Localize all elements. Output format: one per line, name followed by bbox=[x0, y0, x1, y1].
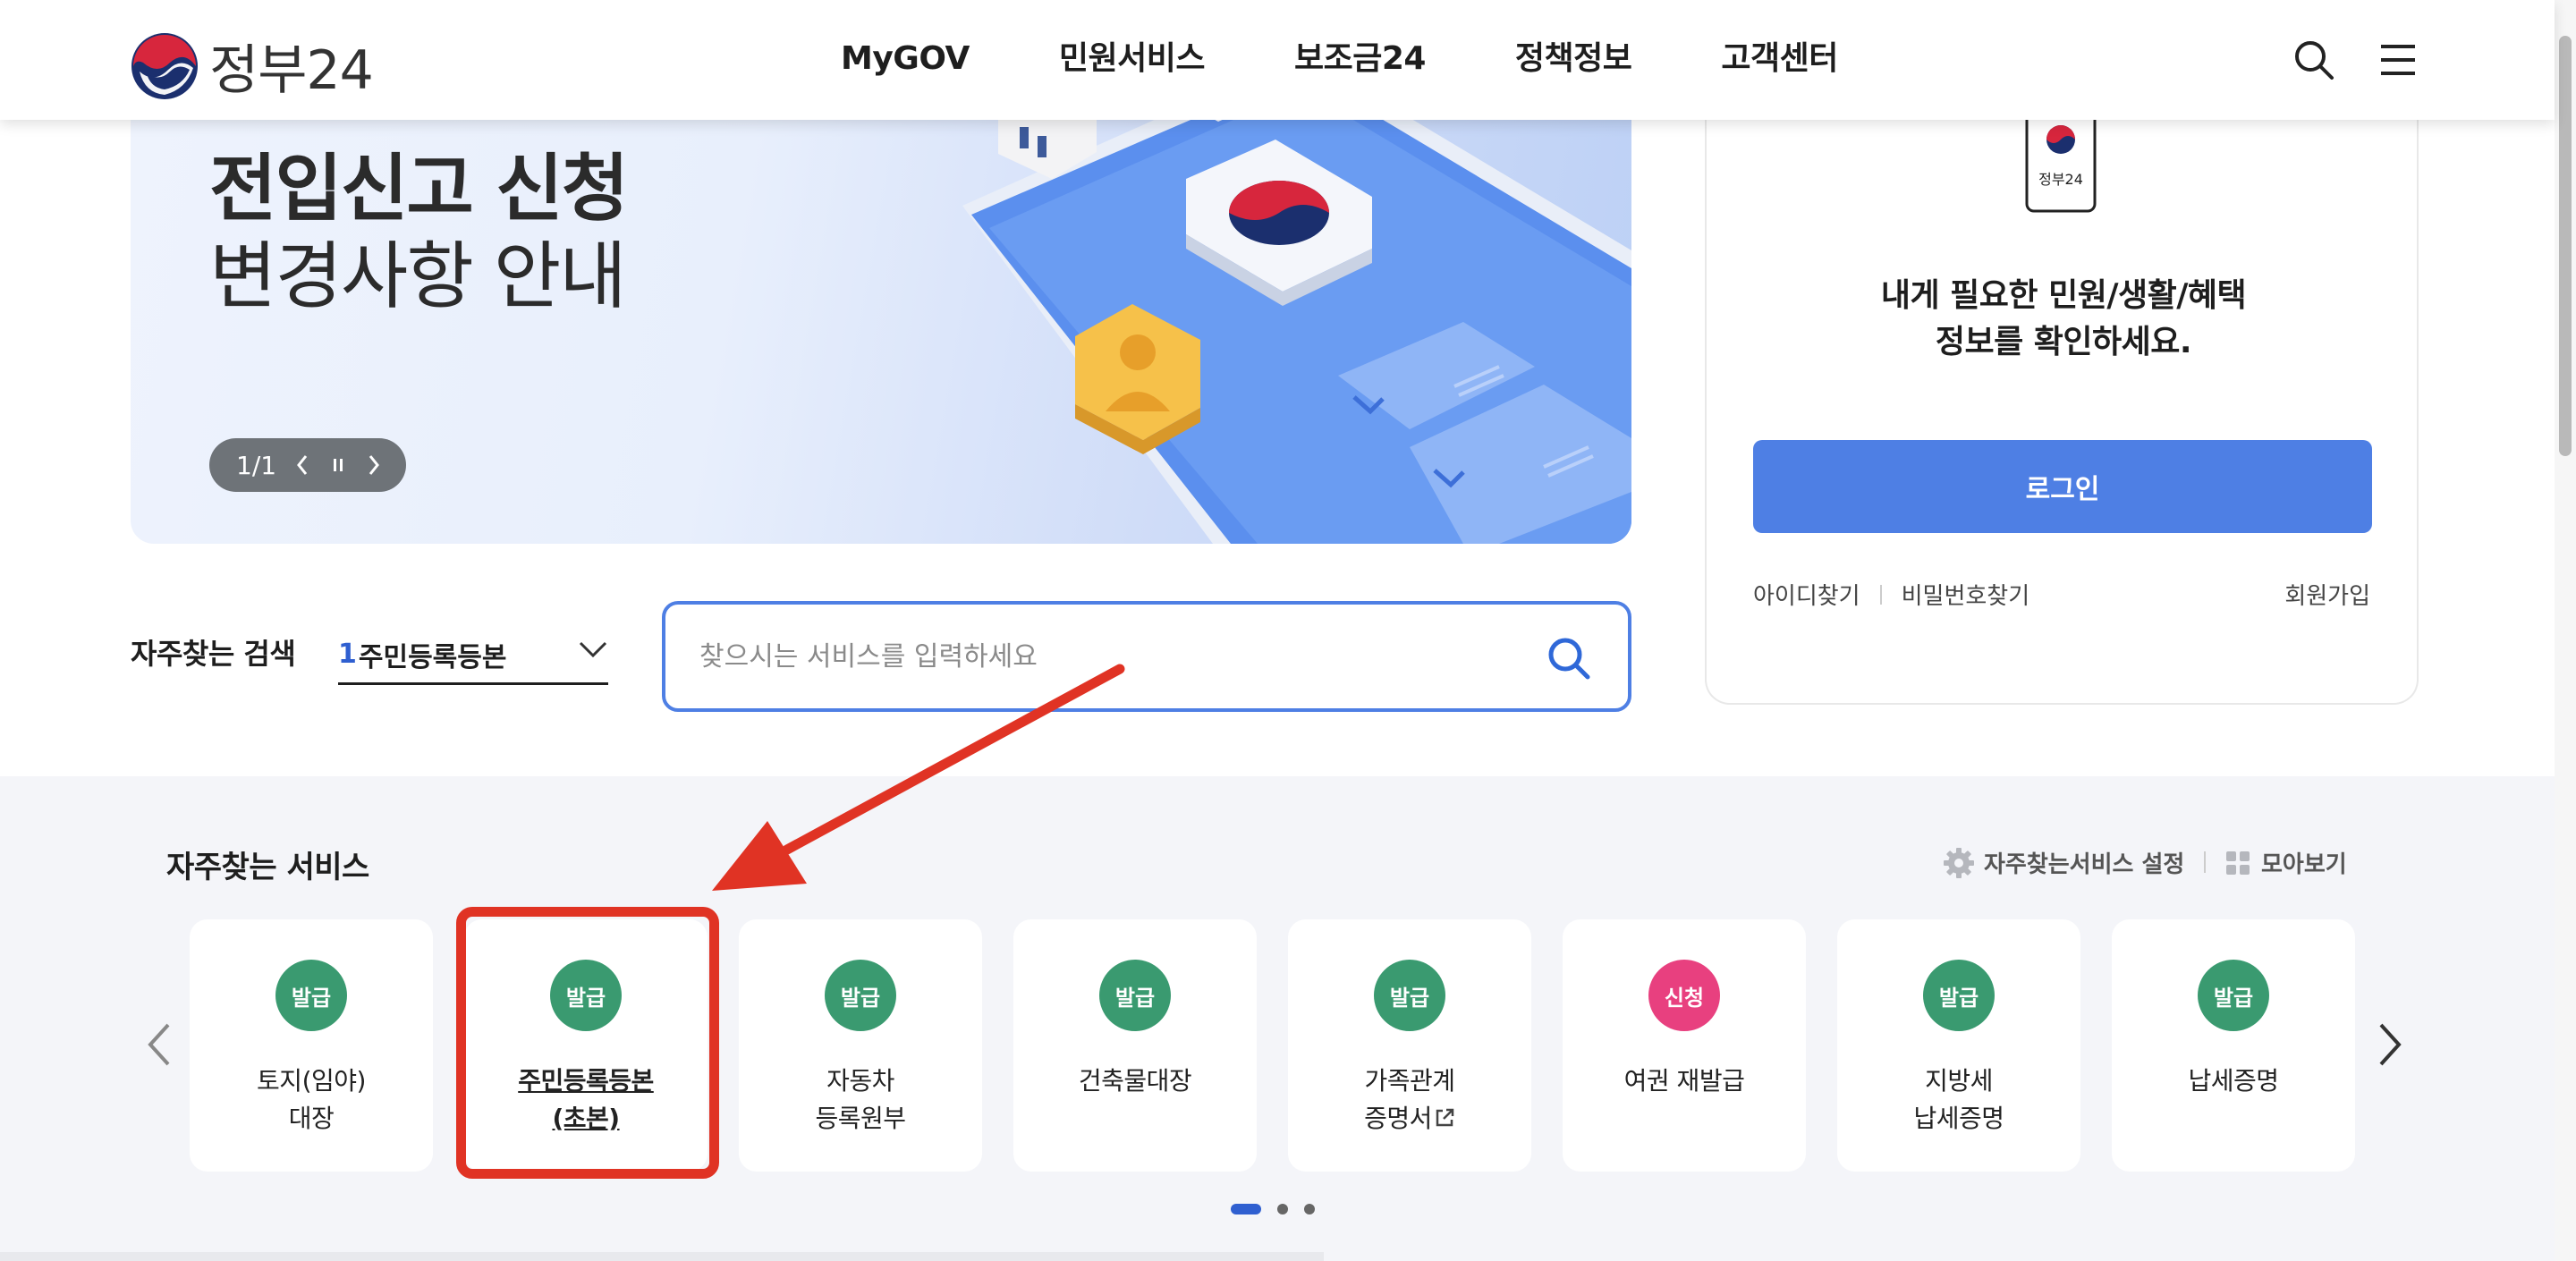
services-header-divider bbox=[2204, 851, 2206, 873]
logo-text: 정부24 bbox=[209, 39, 374, 102]
banner-slider-control: 1/1 bbox=[209, 438, 406, 492]
service-card-label: 토지(임야) 대장 bbox=[190, 1062, 433, 1138]
find-id-link[interactable]: 아이디찾기 bbox=[1753, 578, 1860, 611]
service-type-badge: 발급 bbox=[550, 960, 622, 1031]
service-type-badge: 발급 bbox=[1099, 960, 1171, 1031]
banner-title: 전입신고 신청 bbox=[209, 147, 629, 232]
service-card-label-text: 납세증명 bbox=[2188, 1066, 2279, 1096]
service-card[interactable]: 발급토지(임야) 대장 bbox=[190, 919, 433, 1172]
nav-policy-info[interactable]: 정책정보 bbox=[1515, 34, 1632, 84]
service-type-badge: 신청 bbox=[1648, 960, 1720, 1031]
login-message: 내게 필요한 민원/생활/혜택 정보를 확인하세요. bbox=[1707, 273, 2420, 366]
slide-next-icon[interactable] bbox=[364, 452, 384, 478]
grid-icon bbox=[2226, 851, 2250, 875]
service-card[interactable]: 발급건축물대장 bbox=[1013, 919, 1257, 1172]
frequent-search-rank: 1 bbox=[338, 639, 357, 670]
service-card-label-text: 지방세 납세증명 bbox=[1913, 1066, 2004, 1133]
service-card-label: 지방세 납세증명 bbox=[1837, 1062, 2080, 1138]
find-password-link[interactable]: 비밀번호찾기 bbox=[1902, 578, 2030, 611]
service-type-badge: 발급 bbox=[825, 960, 896, 1031]
services-settings-button[interactable]: 자주찾는서비스 설정 bbox=[1943, 846, 2184, 879]
view-all-button[interactable]: 모아보기 bbox=[2225, 846, 2347, 879]
hamburger-menu-icon[interactable] bbox=[2376, 38, 2420, 82]
frequent-search-dropdown[interactable]: 1 주민등록등본 bbox=[338, 626, 608, 685]
service-type-badge: 발급 bbox=[1923, 960, 1995, 1031]
service-card-label: 여권 재발급 bbox=[1563, 1062, 1806, 1100]
service-card-label-text: 건축물대장 bbox=[1078, 1066, 1192, 1096]
service-card-label: 건축물대장 bbox=[1013, 1062, 1257, 1100]
frequent-services-section: 자주찾는 서비스 자주찾는서비스 설정 모아보기 발급 토지(임야) 대장 발급… bbox=[0, 776, 2555, 1261]
main-nav: MyGOV 민원서비스 보조금24 정책정보 고객센터 bbox=[841, 34, 1928, 84]
login-card: 정부24 내게 필요한 민원/생활/혜택 정보를 확인하세요. 로그인 아이디찾… bbox=[1705, 72, 2419, 705]
taegeuk-emblem-icon bbox=[131, 32, 198, 99]
service-search-box bbox=[662, 601, 1631, 712]
service-card[interactable]: 발급지방세 납세증명 bbox=[1837, 919, 2080, 1172]
service-card-label-text: 토지(임야) 대장 bbox=[257, 1066, 366, 1133]
banner-phone-illustration bbox=[962, 72, 1631, 544]
pagination-dot[interactable] bbox=[1231, 1204, 1261, 1214]
frequent-search-label: 자주찾는 검색 bbox=[131, 637, 296, 671]
service-card-label-text: 여권 재발급 bbox=[1623, 1066, 1745, 1096]
search-submit-icon[interactable] bbox=[1546, 635, 1592, 681]
search-icon[interactable] bbox=[2292, 38, 2336, 82]
nav-civil-service[interactable]: 민원서비스 bbox=[1059, 34, 1206, 84]
banner-subtitle: 변경사항 안내 bbox=[209, 234, 627, 319]
service-card-label-text: 자동차 등록원부 bbox=[815, 1066, 906, 1133]
nav-mygov[interactable]: MyGOV bbox=[841, 34, 970, 84]
link-divider bbox=[1879, 584, 1882, 605]
chevron-down-icon bbox=[579, 641, 607, 658]
service-card[interactable]: 신청여권 재발급 bbox=[1563, 919, 1806, 1172]
site-header: 정부24 MyGOV 민원서비스 보조금24 정책정보 고객센터 bbox=[0, 0, 2555, 120]
services-settings-label: 자주찾는서비스 설정 bbox=[1984, 851, 2185, 878]
service-card[interactable]: 발급주민등록등본 (초본) bbox=[464, 919, 708, 1172]
slide-pause-icon[interactable] bbox=[328, 452, 348, 478]
carousel-next-icon[interactable] bbox=[2372, 1018, 2408, 1071]
service-card-label-text: 주민등록등본 (초본) bbox=[518, 1066, 654, 1133]
gov24-app-phone-icon: 정부24 bbox=[2025, 113, 2097, 213]
external-link-icon bbox=[1436, 1108, 1454, 1127]
pagination-dot[interactable] bbox=[1277, 1204, 1288, 1214]
nav-customer-center[interactable]: 고객센터 bbox=[1721, 34, 1838, 84]
login-button[interactable]: 로그인 bbox=[1753, 440, 2372, 533]
service-type-badge: 발급 bbox=[275, 960, 347, 1031]
gear-icon bbox=[1944, 847, 1974, 878]
services-title: 자주찾는 서비스 bbox=[166, 850, 369, 885]
login-message-line1: 내게 필요한 민원/생활/혜택 bbox=[1880, 277, 2247, 314]
service-card-label: 가족관계 증명서 bbox=[1288, 1062, 1531, 1138]
nav-subsidy24[interactable]: 보조금24 bbox=[1294, 34, 1426, 84]
slide-counter: 1/1 bbox=[236, 450, 277, 480]
account-links: 아이디찾기 비밀번호찾기 bbox=[1753, 578, 2029, 611]
service-type-badge: 발급 bbox=[1374, 960, 1445, 1031]
phone-label: 정부24 bbox=[2038, 171, 2083, 188]
carousel-prev-icon[interactable] bbox=[141, 1018, 177, 1071]
service-card-label: 납세증명 bbox=[2112, 1062, 2355, 1100]
view-all-label: 모아보기 bbox=[2261, 851, 2347, 878]
frequent-search-term: 주민등록등본 bbox=[358, 641, 507, 673]
scrollbar-thumb[interactable] bbox=[2559, 36, 2572, 456]
main-banner[interactable]: 전입신고 신청 변경사항 안내 1/1 bbox=[131, 72, 1631, 544]
carousel-pagination bbox=[1231, 1204, 1315, 1214]
service-card[interactable]: 발급납세증명 bbox=[2112, 919, 2355, 1172]
pagination-dot[interactable] bbox=[1304, 1204, 1315, 1214]
login-message-line2: 정보를 확인하세요. bbox=[1935, 324, 2192, 360]
service-type-badge: 발급 bbox=[2198, 960, 2269, 1031]
slide-prev-icon[interactable] bbox=[292, 452, 312, 478]
service-card-label: 자동차 등록원부 bbox=[739, 1062, 982, 1138]
join-link[interactable]: 회원가입 bbox=[2284, 578, 2370, 611]
site-logo[interactable]: 정부24 bbox=[131, 27, 374, 105]
service-search-input[interactable] bbox=[699, 630, 1504, 683]
service-card[interactable]: 발급가족관계 증명서 bbox=[1288, 919, 1531, 1172]
page-bottom-edge bbox=[0, 1252, 1324, 1261]
service-card[interactable]: 발급자동차 등록원부 bbox=[739, 919, 982, 1172]
service-card-label: 주민등록등본 (초본) bbox=[464, 1062, 708, 1138]
